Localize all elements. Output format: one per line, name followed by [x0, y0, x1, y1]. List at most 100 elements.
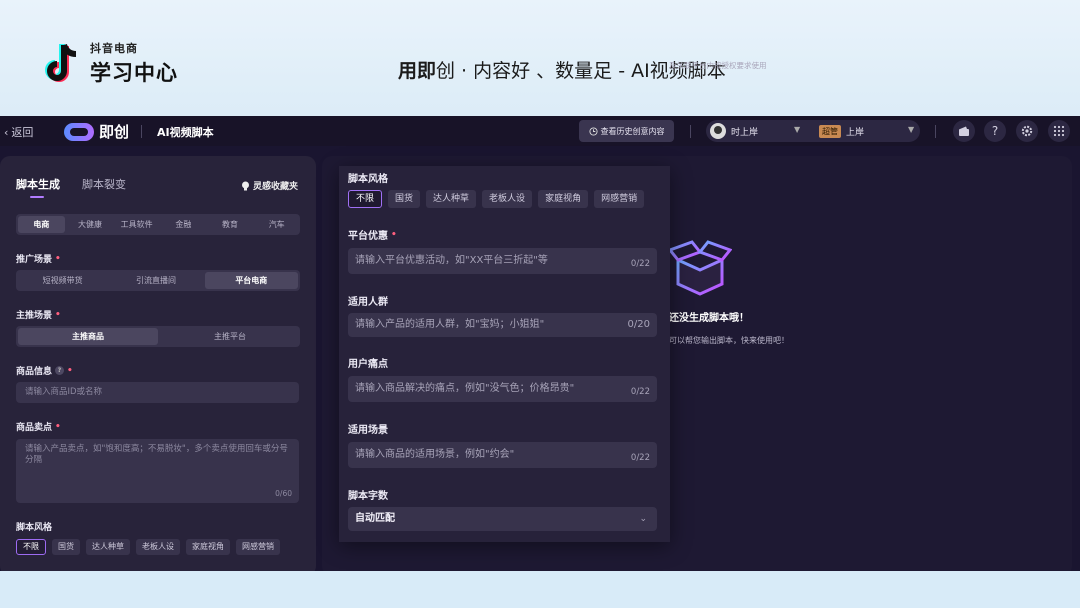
style-chip[interactable]: 达人种草: [86, 539, 130, 555]
industry-option[interactable]: 工具软件: [113, 216, 160, 233]
script-length-value: 自动匹配: [355, 513, 395, 524]
style-chip[interactable]: 不限: [348, 190, 383, 208]
settings-button[interactable]: [1016, 120, 1038, 142]
promo-scene-label: 推广场景 •: [16, 252, 61, 266]
style-chip[interactable]: 不限: [16, 539, 46, 555]
history-button[interactable]: 查看历史创意内容: [579, 120, 674, 142]
char-counter: 0/20: [627, 319, 650, 330]
zoom-style-label: 脚本风格: [348, 170, 388, 185]
script-length-label: 脚本字数: [348, 487, 388, 502]
ai-logo-icon: [64, 122, 94, 141]
audience-input[interactable]: 请输入产品的适用人群，如"宝妈；小姐姐" 0/20: [348, 313, 657, 337]
scenario-placeholder: 请输入商品的适用场景，例如"约会": [355, 449, 515, 460]
required-dot: •: [67, 365, 73, 376]
empty-state-title: 还没生成脚本哦！: [669, 313, 749, 324]
selling-points-label: 商品卖点 •: [16, 420, 61, 434]
zoomed-form-panel: 脚本风格 不限 国货 达人种草 老板人设 家庭视角 网感营销 平台优惠 • 请输入…: [339, 166, 670, 542]
required-dot: •: [55, 253, 61, 264]
industry-option[interactable]: 大健康: [67, 216, 114, 233]
char-counter: 0/22: [630, 453, 650, 463]
industry-option[interactable]: 汽车: [253, 216, 300, 233]
app-logo[interactable]: 即创: [64, 121, 129, 142]
wallet-icon: [959, 126, 969, 136]
discount-input[interactable]: 请输入平台优惠活动，如"XX平台三折起"等 0/22: [348, 248, 657, 274]
script-form-panel: 脚本生成 脚本裂变 灵感收藏夹 电商 大健康 工具软件 金融 教育 汽车 推广场…: [0, 156, 316, 571]
caret-down-icon: ▼: [794, 125, 801, 134]
style-chip[interactable]: 网感营销: [594, 190, 645, 208]
script-length-select[interactable]: 自动匹配 ⌄: [348, 507, 657, 531]
slide-footer-band: [0, 571, 1080, 608]
empty-box-icon: [668, 240, 732, 296]
pain-points-input[interactable]: 请输入商品解决的痛点，例如"没气色；价格昂贵" 0/22: [348, 376, 657, 402]
selling-points-textarea[interactable]: 请输入产品卖点，如"饱和度高；不易脱妆"，多个卖点使用回车或分号分隔 0/60: [16, 439, 299, 503]
style-chip[interactable]: 老板人设: [136, 539, 180, 555]
help-icon[interactable]: ?: [55, 366, 65, 375]
history-button-label: 查看历史创意内容: [600, 126, 665, 136]
industry-option[interactable]: 电商: [18, 216, 65, 233]
zoom-style-chips: 不限 国货 达人种草 老板人设 家庭视角 网感营销: [348, 190, 645, 208]
char-counter: 0/22: [630, 259, 650, 269]
style-chip[interactable]: 网感营销: [236, 539, 280, 555]
promo-option[interactable]: 短视频带货: [16, 272, 109, 289]
discount-label: 平台优惠 •: [348, 227, 397, 243]
apps-button[interactable]: [1048, 120, 1070, 142]
scenario-input[interactable]: 请输入商品的适用场景，例如"约会" 0/22: [348, 442, 657, 468]
tab-fission[interactable]: 脚本裂变: [82, 176, 126, 192]
top-bar: ‹ 返回 即创 AI视频脚本 查看历史创意内容 时上岸 ▼ 超管 上岸 ▼ ?: [0, 116, 1080, 146]
product-info-label: 商品信息? •: [16, 364, 73, 378]
pain-points-label-text: 用户痛点: [348, 359, 388, 370]
style-chip[interactable]: 家庭视角: [186, 539, 230, 555]
promo-option[interactable]: 引流直播间: [109, 272, 202, 289]
scenario-label: 适用场景: [348, 421, 388, 436]
bulb-icon: [242, 181, 249, 190]
script-style-chips: 不限 国货 达人种草 老板人设 家庭视角 网感营销: [16, 539, 280, 555]
style-chip[interactable]: 国货: [52, 539, 80, 555]
industry-selector: 电商 大健康 工具软件 金融 教育 汽车: [16, 214, 300, 235]
divider: [690, 125, 691, 138]
main-scene-selector: 主推商品 主推平台: [16, 326, 300, 347]
back-button[interactable]: ‹ 返回: [4, 124, 33, 140]
style-chip[interactable]: 老板人设: [482, 190, 533, 208]
role-badge: 超管: [819, 125, 841, 138]
mode-tabs: 脚本生成 脚本裂变: [16, 176, 126, 198]
industry-option[interactable]: 金融: [160, 216, 207, 233]
style-chip[interactable]: 家庭视角: [538, 190, 589, 208]
audience-label: 适用人群: [348, 293, 388, 308]
brand: 抖音电商 学习中心: [44, 40, 178, 87]
char-counter: 0/22: [630, 387, 650, 397]
account-switcher[interactable]: 时上岸 ▼ 超管 上岸 ▼: [706, 120, 920, 142]
tab-generate[interactable]: 脚本生成: [16, 176, 60, 198]
grid-icon: [1053, 125, 1065, 137]
gear-icon: [1021, 125, 1033, 137]
brand-title: 学习中心: [90, 61, 178, 85]
question-icon: ?: [991, 124, 999, 138]
empty-state-description: 可以帮您输出脚本，快来使用吧！: [669, 336, 789, 345]
inspiration-folder-button[interactable]: 灵感收藏夹: [241, 179, 298, 192]
product-info-label-text: 商品信息: [16, 367, 53, 377]
divider: [935, 125, 936, 138]
main-option[interactable]: 主推商品: [18, 328, 158, 345]
selling-points-label-text: 商品卖点: [16, 423, 53, 433]
char-counter: 0/60: [275, 489, 292, 498]
selling-points-placeholder: 请输入产品卖点，如"饱和度高；不易脱妆"，多个卖点使用回车或分号分隔: [25, 444, 288, 465]
account-name: 时上岸: [731, 127, 759, 138]
wallet-button[interactable]: [953, 120, 975, 142]
main-scene-label: 主推场景 •: [16, 308, 61, 322]
industry-option[interactable]: 教育: [207, 216, 254, 233]
promo-option[interactable]: 平台电商: [204, 272, 298, 289]
help-button[interactable]: ?: [984, 120, 1006, 142]
account-role: 上岸: [846, 128, 865, 138]
promo-scene-label-text: 推广场景: [16, 255, 53, 265]
inspiration-label: 灵感收藏夹: [253, 182, 299, 192]
slide-header: 抖音电商 学习中心 用即创 · 内容好 、数量足 - AI视频脚本: [0, 0, 1080, 116]
style-chip[interactable]: 国货: [388, 190, 421, 208]
script-length-label-text: 脚本字数: [348, 491, 388, 502]
discount-placeholder: 请输入平台优惠活动，如"XX平台三折起"等: [355, 255, 548, 266]
slide-title-bold: 用即: [398, 60, 437, 82]
main-option[interactable]: 主推平台: [160, 328, 300, 345]
product-info-input[interactable]: 请输入商品ID或名称: [16, 382, 299, 403]
style-chip[interactable]: 达人种草: [426, 190, 477, 208]
chevron-down-icon: ⌄: [639, 514, 647, 524]
promo-scene-selector: 短视频带货 引流直播间 平台电商: [16, 270, 300, 291]
douyin-logo-icon: [45, 43, 77, 82]
